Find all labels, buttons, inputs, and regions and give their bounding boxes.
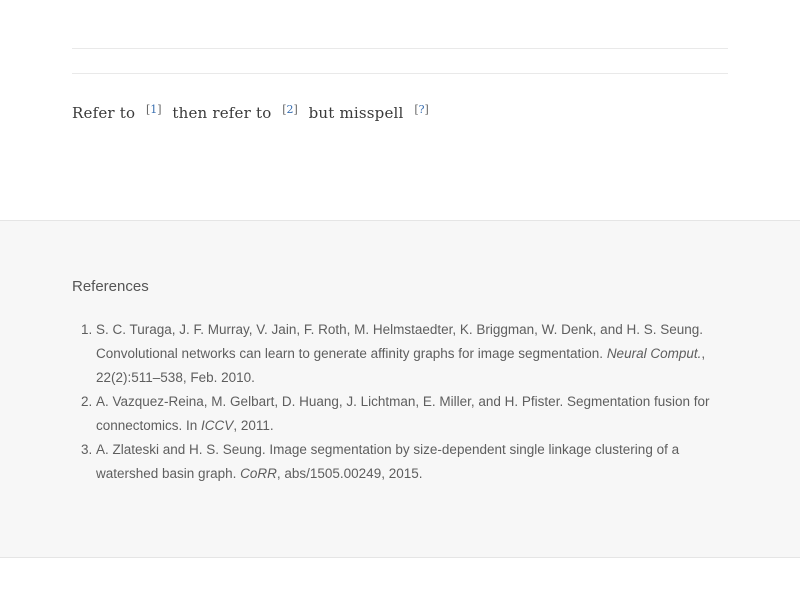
citation-number-2[interactable]: 2 (287, 103, 294, 116)
reference-2-venue: ICCV (201, 418, 234, 433)
divider-bottom (72, 73, 728, 74)
content-area: Refer to [1] then refer to [2] but missp… (0, 0, 800, 220)
reference-3-venue: CoRR (240, 466, 277, 481)
text-but-misspell: but misspell (308, 104, 404, 122)
citation-number-unresolved[interactable]: ? (419, 103, 425, 116)
citation-number-1[interactable]: 1 (150, 103, 157, 116)
reference-2-details: , 2011. (233, 418, 274, 433)
citation-link-2[interactable]: [2] (282, 103, 298, 116)
reference-1-venue: Neural Comput. (606, 346, 702, 361)
footer-area (0, 558, 800, 600)
reference-item-1: S. C. Turaga, J. F. Murray, V. Jain, F. … (96, 318, 728, 390)
citation-link-1[interactable]: [1] (146, 103, 162, 116)
reference-item-2: A. Vazquez-Reina, M. Gelbart, D. Huang, … (96, 390, 728, 438)
reference-2-text: A. Vazquez-Reina, M. Gelbart, D. Huang, … (96, 394, 710, 433)
reference-3-details: , abs/1505.00249, 2015. (276, 466, 423, 481)
references-list: S. C. Turaga, J. F. Murray, V. Jain, F. … (72, 318, 728, 486)
text-then-refer-to: then refer to (172, 104, 272, 122)
text-refer-to: Refer to (72, 104, 136, 122)
references-heading: References (72, 278, 149, 295)
citation-link-unresolved[interactable]: [?] (414, 103, 429, 116)
references-section: References S. C. Turaga, J. F. Murray, V… (0, 220, 800, 558)
citation-paragraph: Refer to [1] then refer to [2] but missp… (72, 99, 435, 124)
divider-top (72, 48, 728, 49)
reference-item-3: A. Zlateski and H. S. Seung. Image segme… (96, 438, 728, 486)
